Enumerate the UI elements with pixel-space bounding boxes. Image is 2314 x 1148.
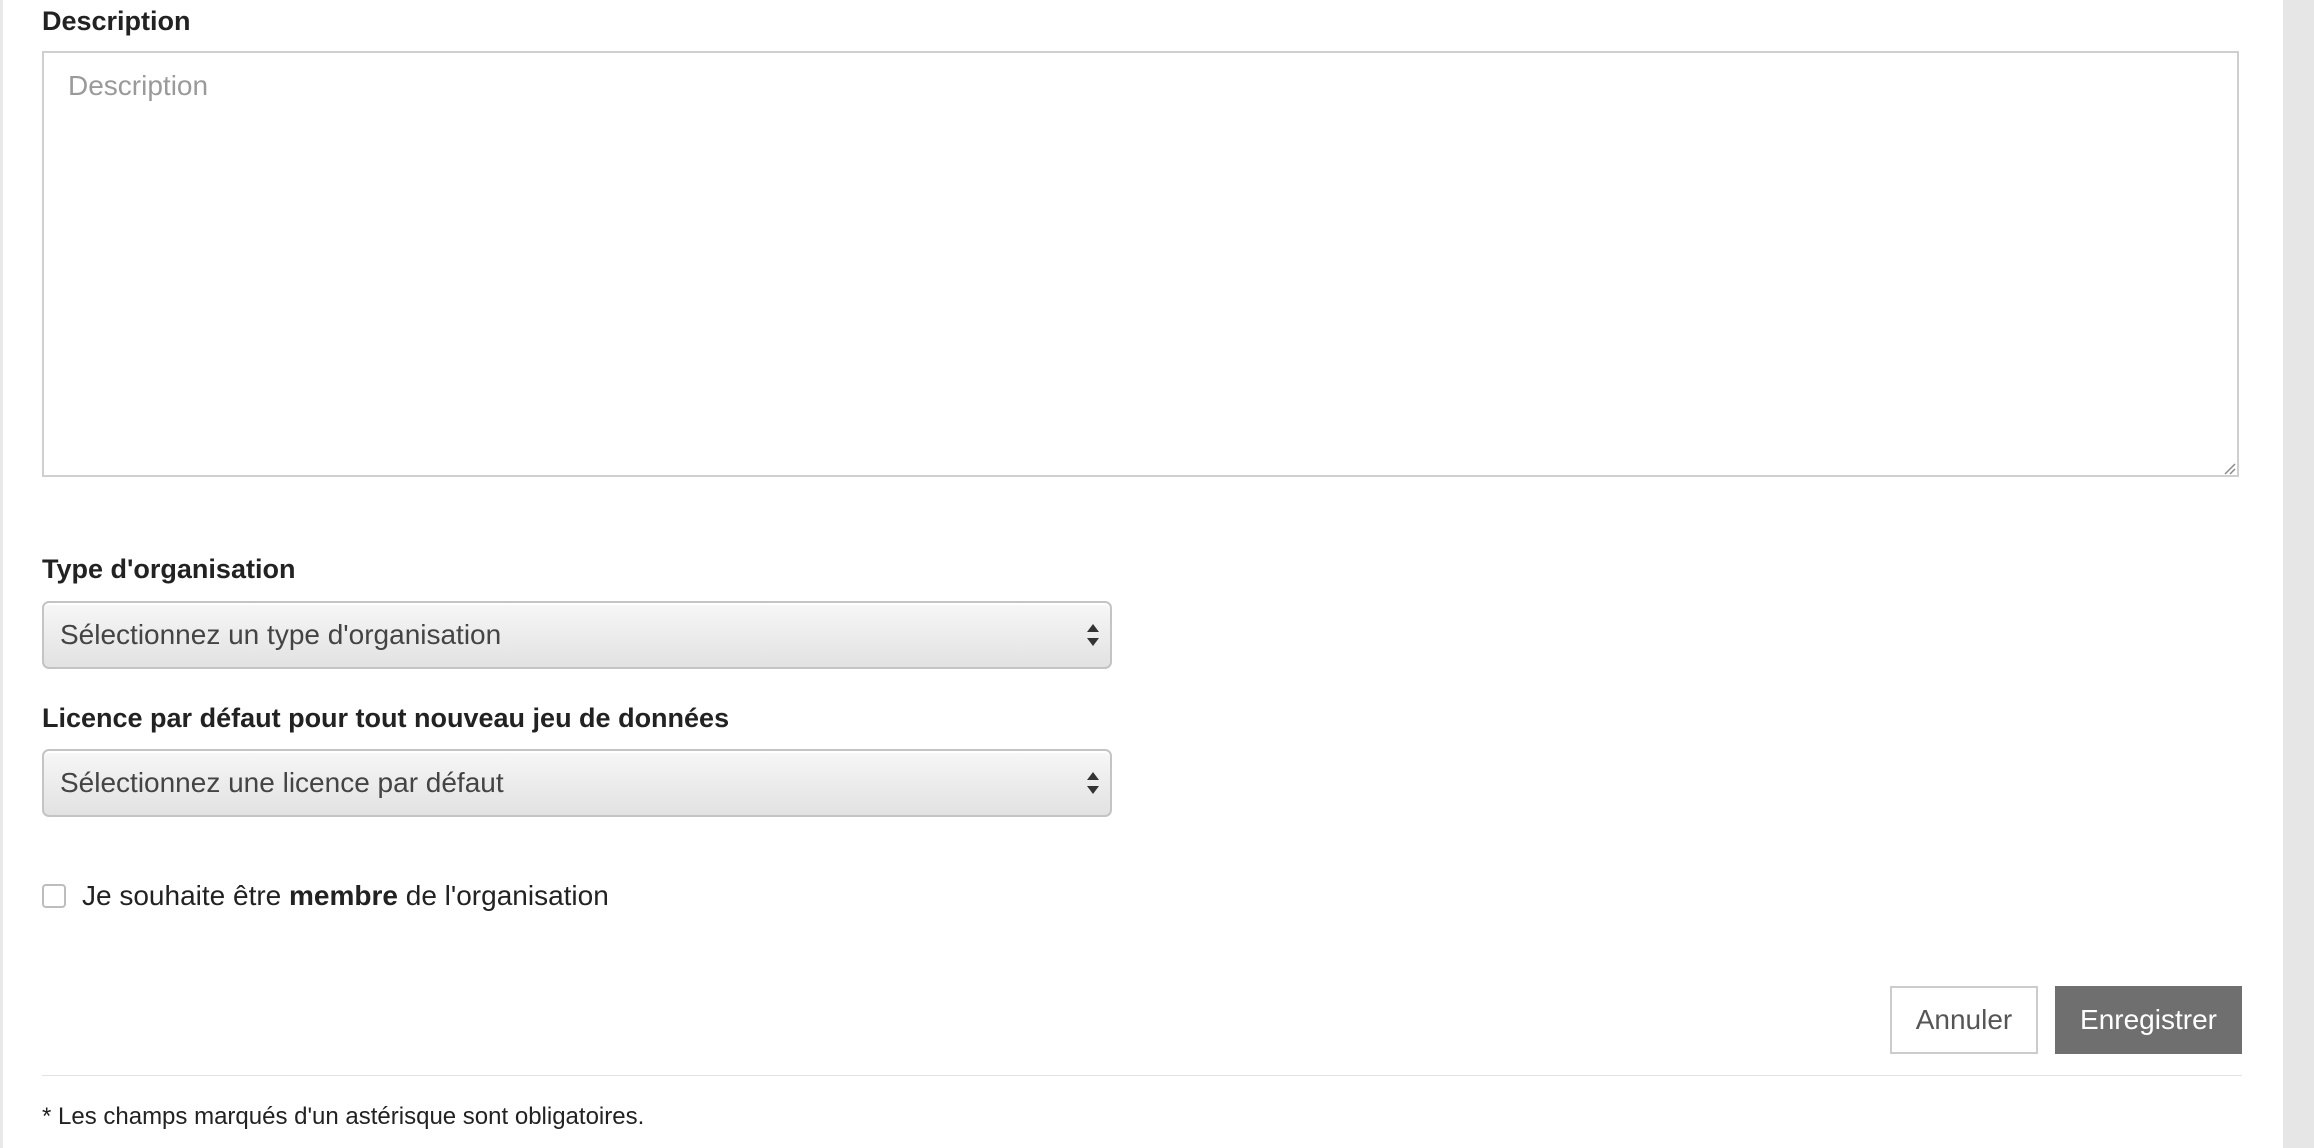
cancel-button[interactable]: Annuler: [1890, 986, 2038, 1054]
membership-checkbox[interactable]: [42, 884, 66, 908]
membership-label-before: Je souhaite être: [82, 880, 290, 911]
up-down-arrows-icon: [1087, 624, 1099, 646]
membership-label-bold: membre: [289, 880, 398, 911]
footer-divider: [42, 1075, 2242, 1076]
resize-grip-icon[interactable]: [2222, 461, 2236, 475]
scrollbar-track[interactable]: [2283, 0, 2314, 1148]
description-textarea[interactable]: [42, 51, 2239, 477]
license-select[interactable]: Sélectionnez une licence par défaut: [42, 749, 1112, 817]
membership-label-after: de l'organisation: [397, 880, 609, 911]
left-edge-border: [0, 0, 3, 1148]
license-label: Licence par défaut pour tout nouveau jeu…: [42, 703, 730, 733]
save-button[interactable]: Enregistrer: [2055, 986, 2242, 1054]
up-down-arrows-icon: [1087, 772, 1099, 794]
organization-form-page: Description Type d'organisation Sélectio…: [0, 0, 2314, 1148]
org-type-label: Type d'organisation: [42, 554, 296, 584]
required-fields-note: * Les champs marqués d'un astérisque son…: [42, 1103, 645, 1130]
license-selected-value: Sélectionnez une licence par défaut: [60, 767, 504, 798]
org-type-selected-value: Sélectionnez un type d'organisation: [60, 619, 502, 650]
org-type-select[interactable]: Sélectionnez un type d'organisation: [42, 601, 1112, 669]
description-label: Description: [42, 6, 191, 36]
membership-checkbox-label[interactable]: Je souhaite être membre de l'organisatio…: [82, 878, 609, 914]
